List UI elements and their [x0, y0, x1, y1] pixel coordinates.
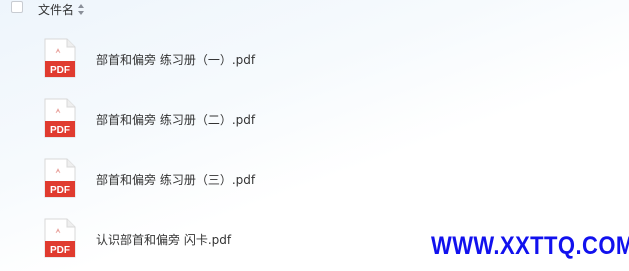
pdf-icon-label: PDF	[50, 65, 70, 76]
pdf-file-icon: PDF	[44, 38, 76, 78]
file-row[interactable]: PDF 部首和偏旁 练习册（一）.pdf	[0, 38, 629, 82]
file-list-header: 文件名	[0, 0, 629, 18]
pdf-icon-label: PDF	[50, 185, 70, 196]
pdf-file-icon: PDF	[44, 98, 76, 138]
pdf-file-icon: PDF	[44, 158, 76, 198]
file-name[interactable]: 认识部首和偏旁 闪卡.pdf	[96, 231, 231, 248]
file-row[interactable]: PDF 部首和偏旁 练习册（二）.pdf	[0, 98, 629, 142]
file-name[interactable]: 部首和偏旁 练习册（三）.pdf	[96, 171, 255, 188]
sort-icon[interactable]	[78, 4, 85, 15]
column-header-label: 文件名	[38, 3, 75, 17]
pdf-file-icon: PDF	[44, 218, 76, 258]
pdf-icon-label: PDF	[50, 125, 70, 136]
file-name[interactable]: 部首和偏旁 练习册（一）.pdf	[96, 51, 255, 68]
watermark: WWW.XXTTQ.COM	[431, 232, 629, 260]
column-header-filename[interactable]: 文件名	[38, 1, 85, 18]
file-name[interactable]: 部首和偏旁 练习册（二）.pdf	[96, 111, 255, 128]
file-row[interactable]: PDF 部首和偏旁 练习册（三）.pdf	[0, 158, 629, 202]
pdf-icon-label: PDF	[50, 245, 70, 256]
select-all-checkbox[interactable]	[11, 1, 23, 13]
